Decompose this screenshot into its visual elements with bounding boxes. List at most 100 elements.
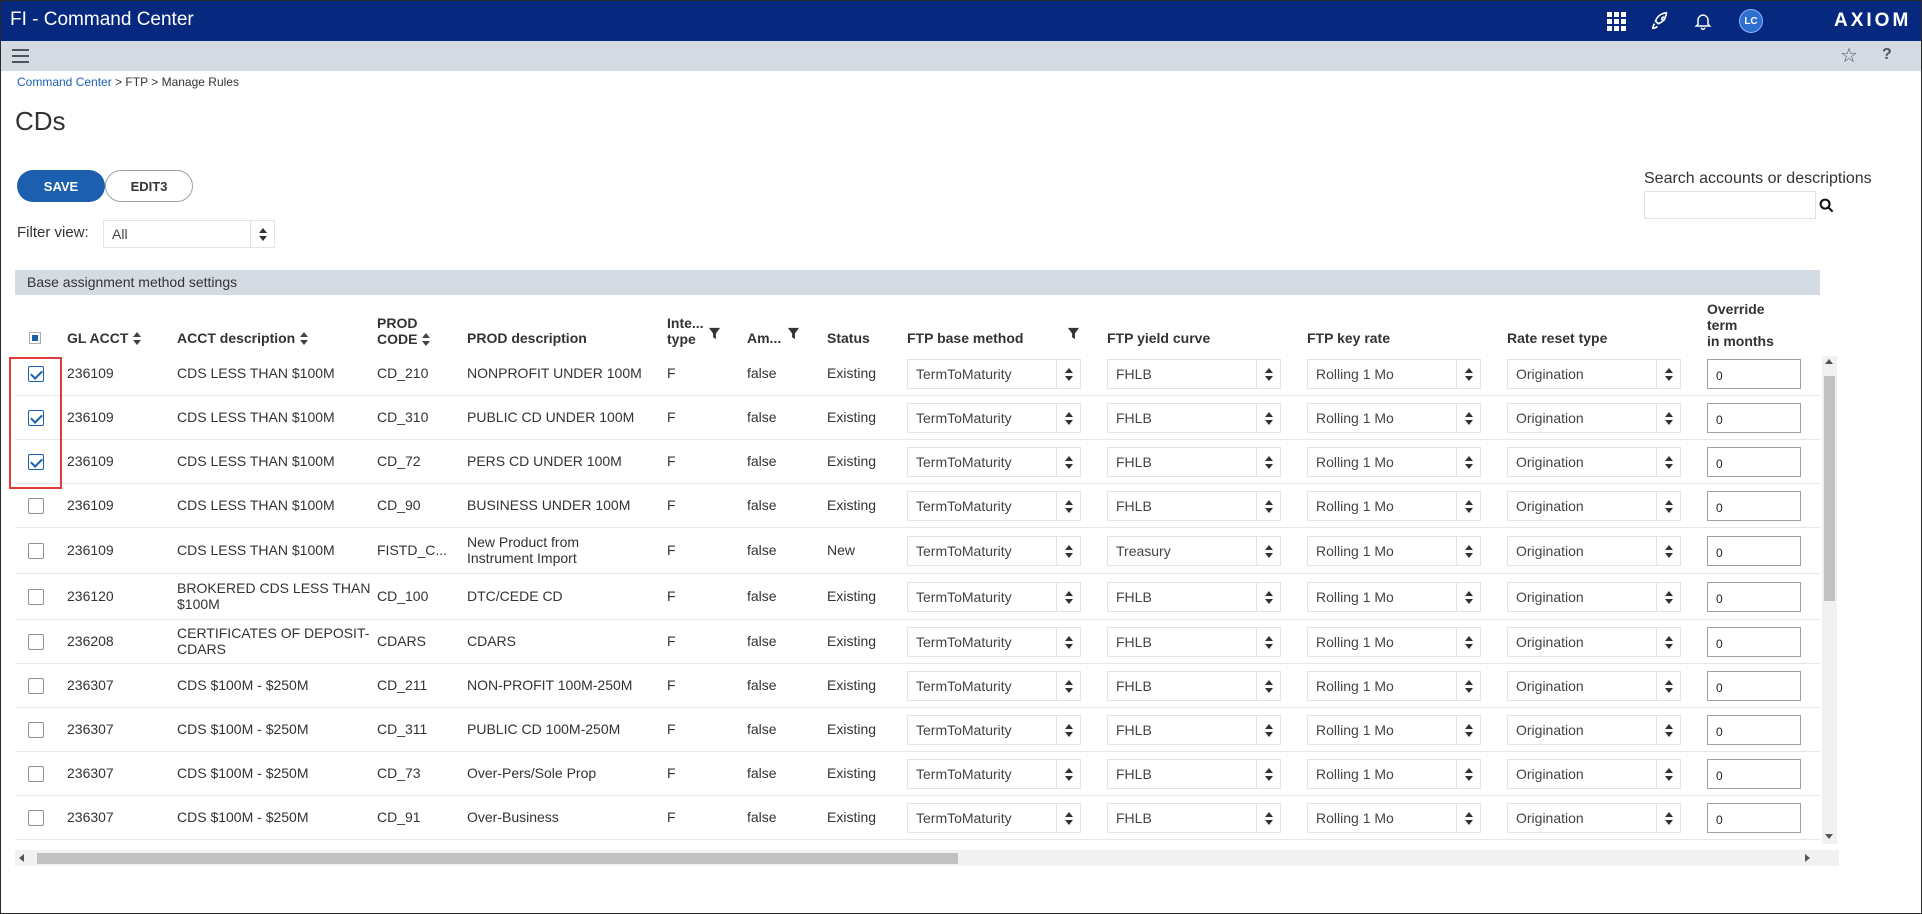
override-term-input[interactable]: 0 (1707, 627, 1801, 657)
ftp-yield-curve-select[interactable]: FHLB (1107, 403, 1281, 433)
header-acct-description[interactable]: ACCT description (177, 330, 309, 346)
row-checkbox[interactable] (28, 678, 44, 694)
search-icon[interactable] (1816, 191, 1836, 219)
help-icon[interactable]: ? (1882, 46, 1892, 64)
header-prod-code[interactable]: PROD CODE (377, 315, 431, 347)
rate-reset-type-select[interactable]: Origination (1507, 536, 1681, 566)
vertical-scroll-thumb[interactable] (1824, 376, 1835, 601)
hamburger-menu-icon[interactable] (12, 49, 29, 63)
filter-view-select[interactable]: All (103, 220, 275, 248)
notifications-bell-icon[interactable] (1690, 8, 1716, 34)
override-term-input[interactable]: 0 (1707, 403, 1801, 433)
horizontal-scroll-thumb[interactable] (37, 853, 958, 864)
horizontal-scrollbar[interactable] (15, 850, 1839, 866)
edit-button[interactable]: EDIT3 (105, 170, 193, 202)
row-checkbox[interactable] (28, 543, 44, 559)
override-term-input[interactable]: 0 (1707, 803, 1801, 833)
sort-icon[interactable] (300, 332, 309, 346)
ftp-base-method-select[interactable]: TermToMaturity (907, 359, 1081, 389)
ftp-base-method-select[interactable]: TermToMaturity (907, 536, 1081, 566)
ftp-key-rate-select[interactable]: Rolling 1 Mo (1307, 491, 1481, 521)
ftp-yield-curve-select[interactable]: FHLB (1107, 582, 1281, 612)
table-row[interactable]: 236109 CDS LESS THAN $100M CD_310 PUBLIC CD… (15, 396, 1820, 440)
scroll-right-arrow-icon[interactable] (1805, 854, 1810, 862)
row-checkbox[interactable] (28, 810, 44, 826)
row-checkbox[interactable] (28, 766, 44, 782)
search-input[interactable] (1644, 191, 1816, 219)
table-row[interactable]: 236307 CDS $100M - $250M CD_311 PUBLIC CD 1… (15, 708, 1820, 752)
header-am[interactable]: Am... (747, 330, 781, 346)
rate-reset-type-select[interactable]: Origination (1507, 447, 1681, 477)
rate-reset-type-select[interactable]: Origination (1507, 715, 1681, 745)
table-row[interactable]: 236109 CDS LESS THAN $100M FISTD_C... New P… (15, 528, 1820, 574)
scroll-down-arrow-icon[interactable] (1825, 834, 1833, 839)
override-term-input[interactable]: 0 (1707, 536, 1801, 566)
ftp-base-method-select[interactable]: TermToMaturity (907, 582, 1081, 612)
ftp-base-method-select[interactable]: TermToMaturity (907, 627, 1081, 657)
ftp-base-method-select[interactable]: TermToMaturity (907, 491, 1081, 521)
row-checkbox[interactable] (28, 589, 44, 605)
ftp-yield-curve-select[interactable]: FHLB (1107, 803, 1281, 833)
filter-funnel-icon[interactable] (787, 327, 800, 340)
save-button[interactable]: SAVE (17, 170, 105, 202)
override-term-input[interactable]: 0 (1707, 671, 1801, 701)
header-ftp-base-method[interactable]: FTP base method (907, 330, 1023, 346)
header-rate-reset-type[interactable]: Rate reset type (1507, 330, 1607, 346)
ftp-base-method-select[interactable]: TermToMaturity (907, 715, 1081, 745)
breadcrumb-ftp[interactable]: FTP (125, 75, 147, 89)
rate-reset-type-select[interactable]: Origination (1507, 627, 1681, 657)
override-term-input[interactable]: 0 (1707, 491, 1801, 521)
ftp-yield-curve-select[interactable]: FHLB (1107, 491, 1281, 521)
ftp-base-method-select[interactable]: TermToMaturity (907, 759, 1081, 789)
rate-reset-type-select[interactable]: Origination (1507, 671, 1681, 701)
rocket-icon[interactable] (1648, 8, 1674, 34)
rate-reset-type-select[interactable]: Origination (1507, 359, 1681, 389)
rate-reset-type-select[interactable]: Origination (1507, 403, 1681, 433)
sort-icon[interactable] (422, 333, 431, 347)
header-override-term[interactable]: Override term in months (1707, 301, 1774, 349)
ftp-key-rate-select[interactable]: Rolling 1 Mo (1307, 627, 1481, 657)
ftp-yield-curve-select[interactable]: Treasury (1107, 536, 1281, 566)
ftp-base-method-select[interactable]: TermToMaturity (907, 671, 1081, 701)
rate-reset-type-select[interactable]: Origination (1507, 759, 1681, 789)
table-row[interactable]: 236208 CERTIFICATES OF DEPOSIT- CDARS CDARS… (15, 620, 1820, 664)
table-row[interactable]: 236109 CDS LESS THAN $100M CD_210 NONPROFIT… (15, 352, 1820, 396)
ftp-key-rate-select[interactable]: Rolling 1 Mo (1307, 715, 1481, 745)
ftp-key-rate-select[interactable]: Rolling 1 Mo (1307, 582, 1481, 612)
table-row[interactable]: 236307 CDS $100M - $250M CD_91 Over-Busines… (15, 796, 1820, 840)
scroll-left-arrow-icon[interactable] (19, 854, 24, 862)
sort-icon[interactable] (133, 332, 142, 346)
override-term-input[interactable]: 0 (1707, 359, 1801, 389)
ftp-key-rate-select[interactable]: Rolling 1 Mo (1307, 536, 1481, 566)
filter-funnel-icon[interactable] (1067, 327, 1080, 340)
override-term-input[interactable]: 0 (1707, 759, 1801, 789)
ftp-key-rate-select[interactable]: Rolling 1 Mo (1307, 447, 1481, 477)
favorite-star-icon[interactable]: ☆ (1840, 43, 1858, 68)
ftp-key-rate-select[interactable]: Rolling 1 Mo (1307, 403, 1481, 433)
row-checkbox[interactable] (28, 722, 44, 738)
rate-reset-type-select[interactable]: Origination (1507, 803, 1681, 833)
header-gl-acct[interactable]: GL ACCT (67, 330, 142, 346)
ftp-key-rate-select[interactable]: Rolling 1 Mo (1307, 803, 1481, 833)
app-grid-icon[interactable] (1603, 8, 1629, 34)
ftp-yield-curve-select[interactable]: FHLB (1107, 671, 1281, 701)
ftp-key-rate-select[interactable]: Rolling 1 Mo (1307, 671, 1481, 701)
ftp-key-rate-select[interactable]: Rolling 1 Mo (1307, 359, 1481, 389)
ftp-base-method-select[interactable]: TermToMaturity (907, 447, 1081, 477)
ftp-base-method-select[interactable]: TermToMaturity (907, 803, 1081, 833)
rate-reset-type-select[interactable]: Origination (1507, 582, 1681, 612)
table-row[interactable]: 236307 CDS $100M - $250M CD_211 NON-PROFIT … (15, 664, 1820, 708)
ftp-yield-curve-select[interactable]: FHLB (1107, 715, 1281, 745)
header-ftp-yield-curve[interactable]: FTP yield curve (1107, 330, 1210, 346)
user-avatar[interactable]: LC (1739, 9, 1763, 33)
table-row[interactable]: 236120 BROKERED CDS LESS THAN $100M CD_100 D… (15, 574, 1820, 620)
ftp-base-method-select[interactable]: TermToMaturity (907, 403, 1081, 433)
ftp-yield-curve-select[interactable]: FHLB (1107, 627, 1281, 657)
override-term-input[interactable]: 0 (1707, 715, 1801, 745)
row-checkbox[interactable] (28, 498, 44, 514)
breadcrumb-command-center[interactable]: Command Center (17, 75, 112, 89)
rate-reset-type-select[interactable]: Origination (1507, 491, 1681, 521)
override-term-input[interactable]: 0 (1707, 447, 1801, 477)
ftp-yield-curve-select[interactable]: FHLB (1107, 447, 1281, 477)
filter-funnel-icon[interactable] (708, 327, 721, 340)
